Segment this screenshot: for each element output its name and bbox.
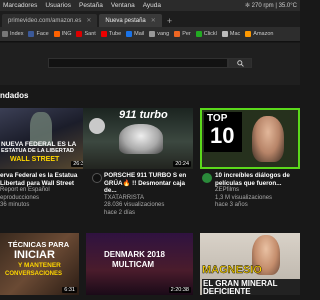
menu-pestana[interactable]: Pestaña bbox=[79, 2, 103, 9]
video-meta: 10 increíbles diálogos de películas que … bbox=[215, 172, 300, 210]
system-status: ✻ 270 rpm | 35.0°C bbox=[245, 2, 300, 9]
bookmark-label: Face bbox=[36, 31, 49, 37]
video-thumbnail[interactable]: 911 turbo 20:24 bbox=[83, 108, 193, 169]
video-meta: PORSCHE 911 TURBO S en GRÚA🔥 !! Desmonta… bbox=[104, 172, 194, 217]
system-status-text: 270 rpm | 35.0°C bbox=[251, 3, 297, 9]
fan-icon: ✻ bbox=[244, 3, 250, 9]
menu-marcadores[interactable]: Marcadores bbox=[3, 2, 37, 9]
channel-avatar[interactable] bbox=[202, 173, 212, 183]
bookmark-label: Mac bbox=[229, 31, 241, 37]
bookmark-label: Sant bbox=[84, 31, 96, 37]
bookmark-label: Index bbox=[10, 31, 24, 37]
bookmark-mac[interactable]: Mac bbox=[221, 31, 241, 37]
skull-icon bbox=[89, 118, 105, 134]
channel-name[interactable]: Report en Español bbox=[0, 187, 80, 195]
bookmark-sant[interactable]: Sant bbox=[76, 31, 96, 37]
bookmark-icon bbox=[195, 31, 202, 37]
bookmark-icon bbox=[100, 31, 107, 37]
thumbnail-text: Y MANTENER bbox=[18, 262, 61, 269]
video-duration: 20:24 bbox=[173, 161, 191, 167]
bookmark-icon bbox=[245, 31, 252, 37]
thumbnail-text: EL GRAN MINERAL DEFICIENTE bbox=[202, 279, 300, 295]
bookmark-label: Tube bbox=[108, 31, 122, 37]
menu-usuarios[interactable]: Usuarios bbox=[45, 2, 71, 9]
actor-face bbox=[252, 116, 284, 162]
bookmark-label: Mail bbox=[134, 31, 145, 37]
menu-bar: Marcadores Usuarios Pestaña Ventana Ayud… bbox=[0, 0, 300, 11]
bookmarks-bar: Index Face ING Sant Tube Mail vang Per C… bbox=[0, 27, 300, 42]
youtube-header bbox=[0, 43, 300, 85]
thumbnail-text: WALL STREET bbox=[10, 156, 60, 163]
thumbnail-text: 10 bbox=[210, 123, 235, 148]
thumbnail-text: TÉCNICAS PARA bbox=[8, 240, 70, 249]
close-icon[interactable]: ✕ bbox=[151, 17, 156, 24]
video-thumbnail[interactable]: NUEVA FEDERAL ES LA ESTATUA DE LA LIBERT… bbox=[0, 108, 91, 169]
bookmark-icon bbox=[76, 31, 83, 37]
bookmark-face[interactable]: Face bbox=[28, 31, 49, 37]
thumbnail-text: DENMARK 2018 bbox=[104, 250, 165, 259]
video-meta: erva Federal es la Estatua Libertad para… bbox=[0, 172, 80, 210]
bookmark-label: Per bbox=[182, 31, 191, 37]
bookmark-index[interactable]: Index bbox=[2, 31, 23, 37]
search-icon bbox=[236, 59, 244, 67]
tab-label: Nueva pestaña bbox=[105, 17, 146, 24]
bookmark-icon bbox=[221, 31, 228, 37]
tab-strip: primevideo.com/amazon.es ✕ Nueva pestaña… bbox=[0, 11, 300, 27]
search-input[interactable] bbox=[48, 58, 228, 68]
menu-ayuda[interactable]: Ayuda bbox=[143, 2, 161, 9]
video-title[interactable]: erva Federal es la Estatua Libertad para… bbox=[0, 172, 80, 187]
thumbnail-text: MAGNESIO bbox=[202, 264, 262, 276]
video-thumbnail[interactable]: TÉCNICAS PARA INICIAR Y MANTENER CONVERS… bbox=[0, 233, 79, 295]
bookmark-icon bbox=[149, 31, 156, 37]
video-duration: 2:20:38 bbox=[168, 287, 191, 293]
section-title: ndados bbox=[0, 91, 29, 100]
video-title[interactable]: PORSCHE 911 TURBO S en GRÚA🔥 !! Desmonta… bbox=[104, 172, 194, 195]
channel-name[interactable]: ZEPfilms bbox=[215, 187, 300, 195]
menu-ventana[interactable]: Ventana bbox=[111, 2, 135, 9]
car-image bbox=[119, 124, 163, 154]
bookmark-icon bbox=[174, 31, 181, 37]
tab-label: primevideo.com/amazon.es bbox=[8, 17, 82, 24]
bookmark-per[interactable]: Per bbox=[174, 31, 191, 37]
video-thumbnail[interactable]: DENMARK 2018 MULTICAM 2:20:38 bbox=[86, 233, 193, 295]
bookmark-icon bbox=[126, 31, 133, 37]
thumbnail-text: 911 turbo bbox=[119, 109, 168, 121]
bookmark-clickl[interactable]: Clickl bbox=[195, 31, 217, 37]
thumbnail-text: INICIAR bbox=[14, 249, 55, 261]
bookmark-tube[interactable]: Tube bbox=[100, 31, 122, 37]
close-icon[interactable]: ✕ bbox=[86, 17, 91, 24]
bookmark-label: ING bbox=[61, 31, 72, 37]
video-thumbnail[interactable]: TOP 10 bbox=[200, 108, 300, 169]
tab-new-tab[interactable]: Nueva pestaña ✕ bbox=[99, 14, 162, 27]
view-count: 28.036 visualizaciones bbox=[104, 202, 165, 208]
upload-age: hace 3 años bbox=[215, 202, 248, 208]
upload-age: hace 2 días bbox=[104, 209, 136, 216]
bookmark-label: Amazon bbox=[253, 31, 274, 37]
search-button[interactable] bbox=[228, 58, 252, 68]
bookmark-label: vang bbox=[157, 31, 170, 37]
bookmark-icon bbox=[53, 31, 60, 37]
view-count: eproducciones bbox=[0, 194, 40, 201]
channel-avatar[interactable] bbox=[92, 173, 102, 183]
thumbnail-text: MULTICAM bbox=[112, 260, 155, 269]
channel-name[interactable]: TXATARRISTA bbox=[104, 195, 194, 203]
bookmark-amazon[interactable]: Amazon bbox=[245, 31, 273, 37]
upload-age: 36 minutos bbox=[0, 202, 30, 208]
bookmark-icon bbox=[28, 31, 35, 37]
video-duration: 6:31 bbox=[62, 287, 77, 293]
video-thumbnail[interactable]: MAGNESIO EL GRAN MINERAL DEFICIENTE bbox=[200, 233, 300, 295]
bookmark-icon bbox=[2, 31, 8, 37]
view-count: 1,3 M visualizaciones bbox=[215, 194, 273, 201]
video-title[interactable]: 10 increíbles diálogos de películas que … bbox=[215, 172, 300, 187]
thumbnail-text: CONVERSACIONES bbox=[5, 271, 63, 277]
tab-primevideo[interactable]: primevideo.com/amazon.es ✕ bbox=[2, 14, 98, 27]
thumbnail-text: ESTATUA DE LA LIBERTAD bbox=[1, 148, 74, 154]
bookmark-label: Clickl bbox=[203, 31, 217, 37]
new-tab-button[interactable]: + bbox=[164, 14, 172, 27]
bookmark-ing[interactable]: ING bbox=[53, 31, 72, 37]
bookmark-mail[interactable]: Mail bbox=[126, 31, 144, 37]
bookmark-vang[interactable]: vang bbox=[149, 31, 169, 37]
